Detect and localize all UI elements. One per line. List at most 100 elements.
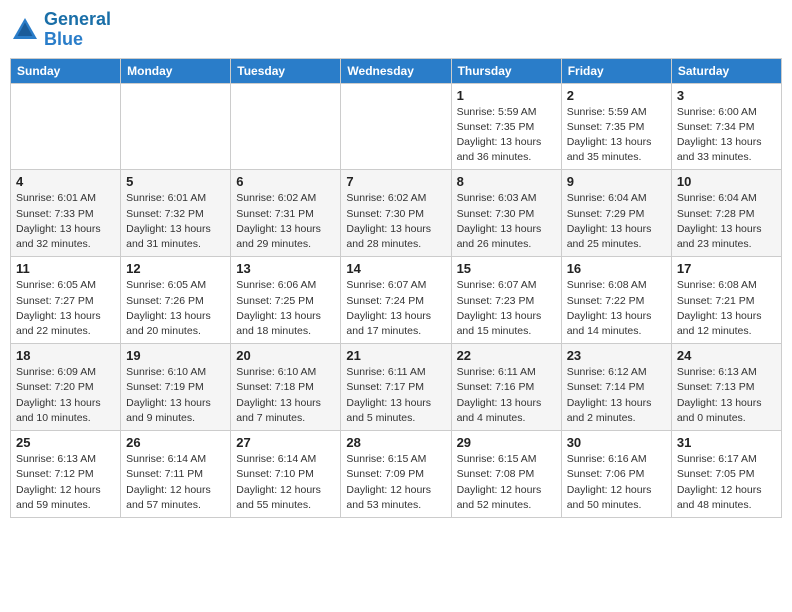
day-number: 15 (457, 261, 556, 276)
calendar-cell: 9 Sunrise: 6:04 AM Sunset: 7:29 PM Daylig… (561, 170, 671, 257)
day-header-friday: Friday (561, 58, 671, 83)
day-number: 13 (236, 261, 335, 276)
calendar-cell: 25 Sunrise: 6:13 AM Sunset: 7:12 PM Dayli… (11, 431, 121, 518)
calendar-cell (121, 83, 231, 170)
day-number: 24 (677, 348, 776, 363)
calendar-cell: 11 Sunrise: 6:05 AM Sunset: 7:27 PM Dayli… (11, 257, 121, 344)
day-number: 20 (236, 348, 335, 363)
day-info: Sunrise: 6:16 AM Sunset: 7:06 PM Dayligh… (567, 452, 666, 513)
day-number: 26 (126, 435, 225, 450)
day-header-monday: Monday (121, 58, 231, 83)
day-number: 4 (16, 174, 115, 189)
calendar-cell (11, 83, 121, 170)
day-info: Sunrise: 5:59 AM Sunset: 7:35 PM Dayligh… (457, 105, 556, 166)
calendar-cell: 1 Sunrise: 5:59 AM Sunset: 7:35 PM Daylig… (451, 83, 561, 170)
day-number: 30 (567, 435, 666, 450)
calendar-cell: 4 Sunrise: 6:01 AM Sunset: 7:33 PM Daylig… (11, 170, 121, 257)
day-number: 18 (16, 348, 115, 363)
day-info: Sunrise: 6:15 AM Sunset: 7:08 PM Dayligh… (457, 452, 556, 513)
day-header-wednesday: Wednesday (341, 58, 451, 83)
calendar-week-4: 18 Sunrise: 6:09 AM Sunset: 7:20 PM Dayli… (11, 344, 782, 431)
calendar-cell: 17 Sunrise: 6:08 AM Sunset: 7:21 PM Dayli… (671, 257, 781, 344)
day-number: 11 (16, 261, 115, 276)
day-info: Sunrise: 6:08 AM Sunset: 7:21 PM Dayligh… (677, 278, 776, 339)
day-info: Sunrise: 6:07 AM Sunset: 7:24 PM Dayligh… (346, 278, 445, 339)
calendar-cell: 12 Sunrise: 6:05 AM Sunset: 7:26 PM Dayli… (121, 257, 231, 344)
day-number: 22 (457, 348, 556, 363)
day-info: Sunrise: 6:01 AM Sunset: 7:33 PM Dayligh… (16, 191, 115, 252)
calendar-cell: 20 Sunrise: 6:10 AM Sunset: 7:18 PM Dayli… (231, 344, 341, 431)
day-header-thursday: Thursday (451, 58, 561, 83)
day-number: 7 (346, 174, 445, 189)
calendar-table: SundayMondayTuesdayWednesdayThursdayFrid… (10, 58, 782, 518)
day-info: Sunrise: 6:06 AM Sunset: 7:25 PM Dayligh… (236, 278, 335, 339)
day-info: Sunrise: 6:12 AM Sunset: 7:14 PM Dayligh… (567, 365, 666, 426)
day-header-saturday: Saturday (671, 58, 781, 83)
calendar-cell: 8 Sunrise: 6:03 AM Sunset: 7:30 PM Daylig… (451, 170, 561, 257)
day-number: 28 (346, 435, 445, 450)
day-number: 10 (677, 174, 776, 189)
calendar-cell: 24 Sunrise: 6:13 AM Sunset: 7:13 PM Dayli… (671, 344, 781, 431)
day-number: 3 (677, 88, 776, 103)
day-number: 9 (567, 174, 666, 189)
calendar-cell: 30 Sunrise: 6:16 AM Sunset: 7:06 PM Dayli… (561, 431, 671, 518)
calendar-cell: 2Sunrise: 5:59 AM Sunset: 7:35 PM Daylig… (561, 83, 671, 170)
calendar-cell: 23Sunrise: 6:12 AM Sunset: 7:14 PM Dayli… (561, 344, 671, 431)
day-info: Sunrise: 6:09 AM Sunset: 7:20 PM Dayligh… (16, 365, 115, 426)
day-info: Sunrise: 6:00 AM Sunset: 7:34 PM Dayligh… (677, 105, 776, 166)
day-info: Sunrise: 6:03 AM Sunset: 7:30 PM Dayligh… (457, 191, 556, 252)
logo: General Blue (10, 10, 111, 50)
logo-icon (10, 15, 40, 45)
day-info: Sunrise: 6:07 AM Sunset: 7:23 PM Dayligh… (457, 278, 556, 339)
day-number: 25 (16, 435, 115, 450)
day-number: 12 (126, 261, 225, 276)
day-info: Sunrise: 6:10 AM Sunset: 7:19 PM Dayligh… (126, 365, 225, 426)
day-number: 2 (567, 88, 666, 103)
calendar-cell: 5Sunrise: 6:01 AM Sunset: 7:32 PM Daylig… (121, 170, 231, 257)
day-number: 1 (457, 88, 556, 103)
calendar-cell: 31Sunrise: 6:17 AM Sunset: 7:05 PM Dayli… (671, 431, 781, 518)
calendar-cell: 18 Sunrise: 6:09 AM Sunset: 7:20 PM Dayli… (11, 344, 121, 431)
calendar-cell: 26 Sunrise: 6:14 AM Sunset: 7:11 PM Dayli… (121, 431, 231, 518)
day-number: 27 (236, 435, 335, 450)
day-info: Sunrise: 6:05 AM Sunset: 7:27 PM Dayligh… (16, 278, 115, 339)
day-number: 29 (457, 435, 556, 450)
day-info: Sunrise: 6:01 AM Sunset: 7:32 PM Dayligh… (126, 191, 225, 252)
calendar-cell (341, 83, 451, 170)
calendar-cell: 21Sunrise: 6:11 AM Sunset: 7:17 PM Dayli… (341, 344, 451, 431)
day-number: 19 (126, 348, 225, 363)
day-info: Sunrise: 6:13 AM Sunset: 7:13 PM Dayligh… (677, 365, 776, 426)
day-info: Sunrise: 6:11 AM Sunset: 7:16 PM Dayligh… (457, 365, 556, 426)
day-info: Sunrise: 6:05 AM Sunset: 7:26 PM Dayligh… (126, 278, 225, 339)
calendar-cell: 3 Sunrise: 6:00 AM Sunset: 7:34 PM Daylig… (671, 83, 781, 170)
calendar-cell: 13 Sunrise: 6:06 AM Sunset: 7:25 PM Dayli… (231, 257, 341, 344)
day-info: Sunrise: 6:17 AM Sunset: 7:05 PM Dayligh… (677, 452, 776, 513)
day-header-sunday: Sunday (11, 58, 121, 83)
calendar-cell: 7 Sunrise: 6:02 AM Sunset: 7:30 PM Daylig… (341, 170, 451, 257)
calendar-week-5: 25 Sunrise: 6:13 AM Sunset: 7:12 PM Dayli… (11, 431, 782, 518)
day-info: Sunrise: 6:11 AM Sunset: 7:17 PM Dayligh… (346, 365, 445, 426)
calendar-cell: 28 Sunrise: 6:15 AM Sunset: 7:09 PM Dayli… (341, 431, 451, 518)
day-info: Sunrise: 6:10 AM Sunset: 7:18 PM Dayligh… (236, 365, 335, 426)
calendar-header-row: SundayMondayTuesdayWednesdayThursdayFrid… (11, 58, 782, 83)
calendar-cell: 10 Sunrise: 6:04 AM Sunset: 7:28 PM Dayli… (671, 170, 781, 257)
day-info: Sunrise: 6:02 AM Sunset: 7:31 PM Dayligh… (236, 191, 335, 252)
day-number: 16 (567, 261, 666, 276)
day-number: 8 (457, 174, 556, 189)
day-info: Sunrise: 6:04 AM Sunset: 7:28 PM Dayligh… (677, 191, 776, 252)
day-info: Sunrise: 6:14 AM Sunset: 7:11 PM Dayligh… (126, 452, 225, 513)
calendar-cell (231, 83, 341, 170)
calendar-cell: 14 Sunrise: 6:07 AM Sunset: 7:24 PM Dayli… (341, 257, 451, 344)
day-number: 14 (346, 261, 445, 276)
calendar-week-2: 4 Sunrise: 6:01 AM Sunset: 7:33 PM Daylig… (11, 170, 782, 257)
day-info: Sunrise: 6:04 AM Sunset: 7:29 PM Dayligh… (567, 191, 666, 252)
day-info: Sunrise: 6:13 AM Sunset: 7:12 PM Dayligh… (16, 452, 115, 513)
calendar-week-1: 1 Sunrise: 5:59 AM Sunset: 7:35 PM Daylig… (11, 83, 782, 170)
day-info: Sunrise: 6:15 AM Sunset: 7:09 PM Dayligh… (346, 452, 445, 513)
day-number: 17 (677, 261, 776, 276)
day-info: Sunrise: 6:02 AM Sunset: 7:30 PM Dayligh… (346, 191, 445, 252)
day-header-tuesday: Tuesday (231, 58, 341, 83)
day-info: Sunrise: 6:14 AM Sunset: 7:10 PM Dayligh… (236, 452, 335, 513)
calendar-cell: 19 Sunrise: 6:10 AM Sunset: 7:19 PM Dayli… (121, 344, 231, 431)
calendar-cell: 27 Sunrise: 6:14 AM Sunset: 7:10 PM Dayli… (231, 431, 341, 518)
